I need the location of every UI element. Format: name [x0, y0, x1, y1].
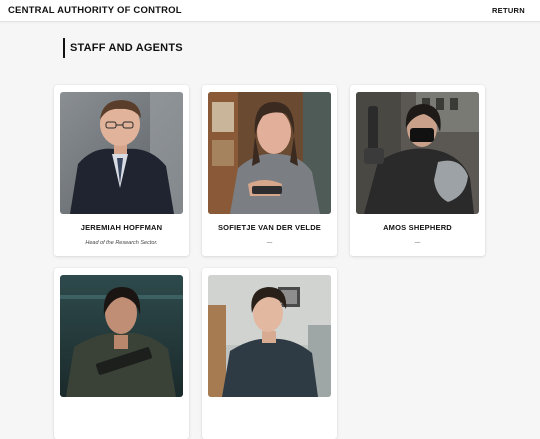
staff-role: — — [266, 240, 273, 246]
staff-photo — [60, 92, 183, 214]
staff-card[interactable]: SOFIETJE VAN DER VELDE — — [202, 85, 337, 256]
staff-card[interactable]: AMOS SHEPHERD — — [350, 85, 485, 256]
staff-card[interactable]: JEREMIAH HOFFMAN Head of the Research Se… — [54, 85, 189, 256]
staff-photo — [208, 275, 331, 397]
staff-photo — [208, 92, 331, 214]
top-bar: CENTRAL AUTHORITY OF CONTROL RETURN — [0, 0, 540, 22]
staff-name: SOFIETJE VAN DER VELDE — [217, 223, 322, 232]
site-title: CENTRAL AUTHORITY OF CONTROL — [8, 5, 182, 16]
section-title: STAFF AND AGENTS — [70, 42, 183, 54]
staff-role: Head of the Research Sector. — [85, 240, 158, 246]
staff-name: JEREMIAH HOFFMAN — [80, 223, 163, 232]
staff-photo — [356, 92, 479, 214]
section-accent-bar — [63, 38, 65, 58]
staff-role: — — [414, 240, 421, 246]
return-link[interactable]: RETURN — [492, 6, 525, 15]
staff-card[interactable] — [202, 268, 337, 439]
staff-name: AMOS SHEPHERD — [383, 223, 452, 232]
staff-card[interactable] — [54, 268, 189, 439]
staff-photo — [60, 275, 183, 397]
